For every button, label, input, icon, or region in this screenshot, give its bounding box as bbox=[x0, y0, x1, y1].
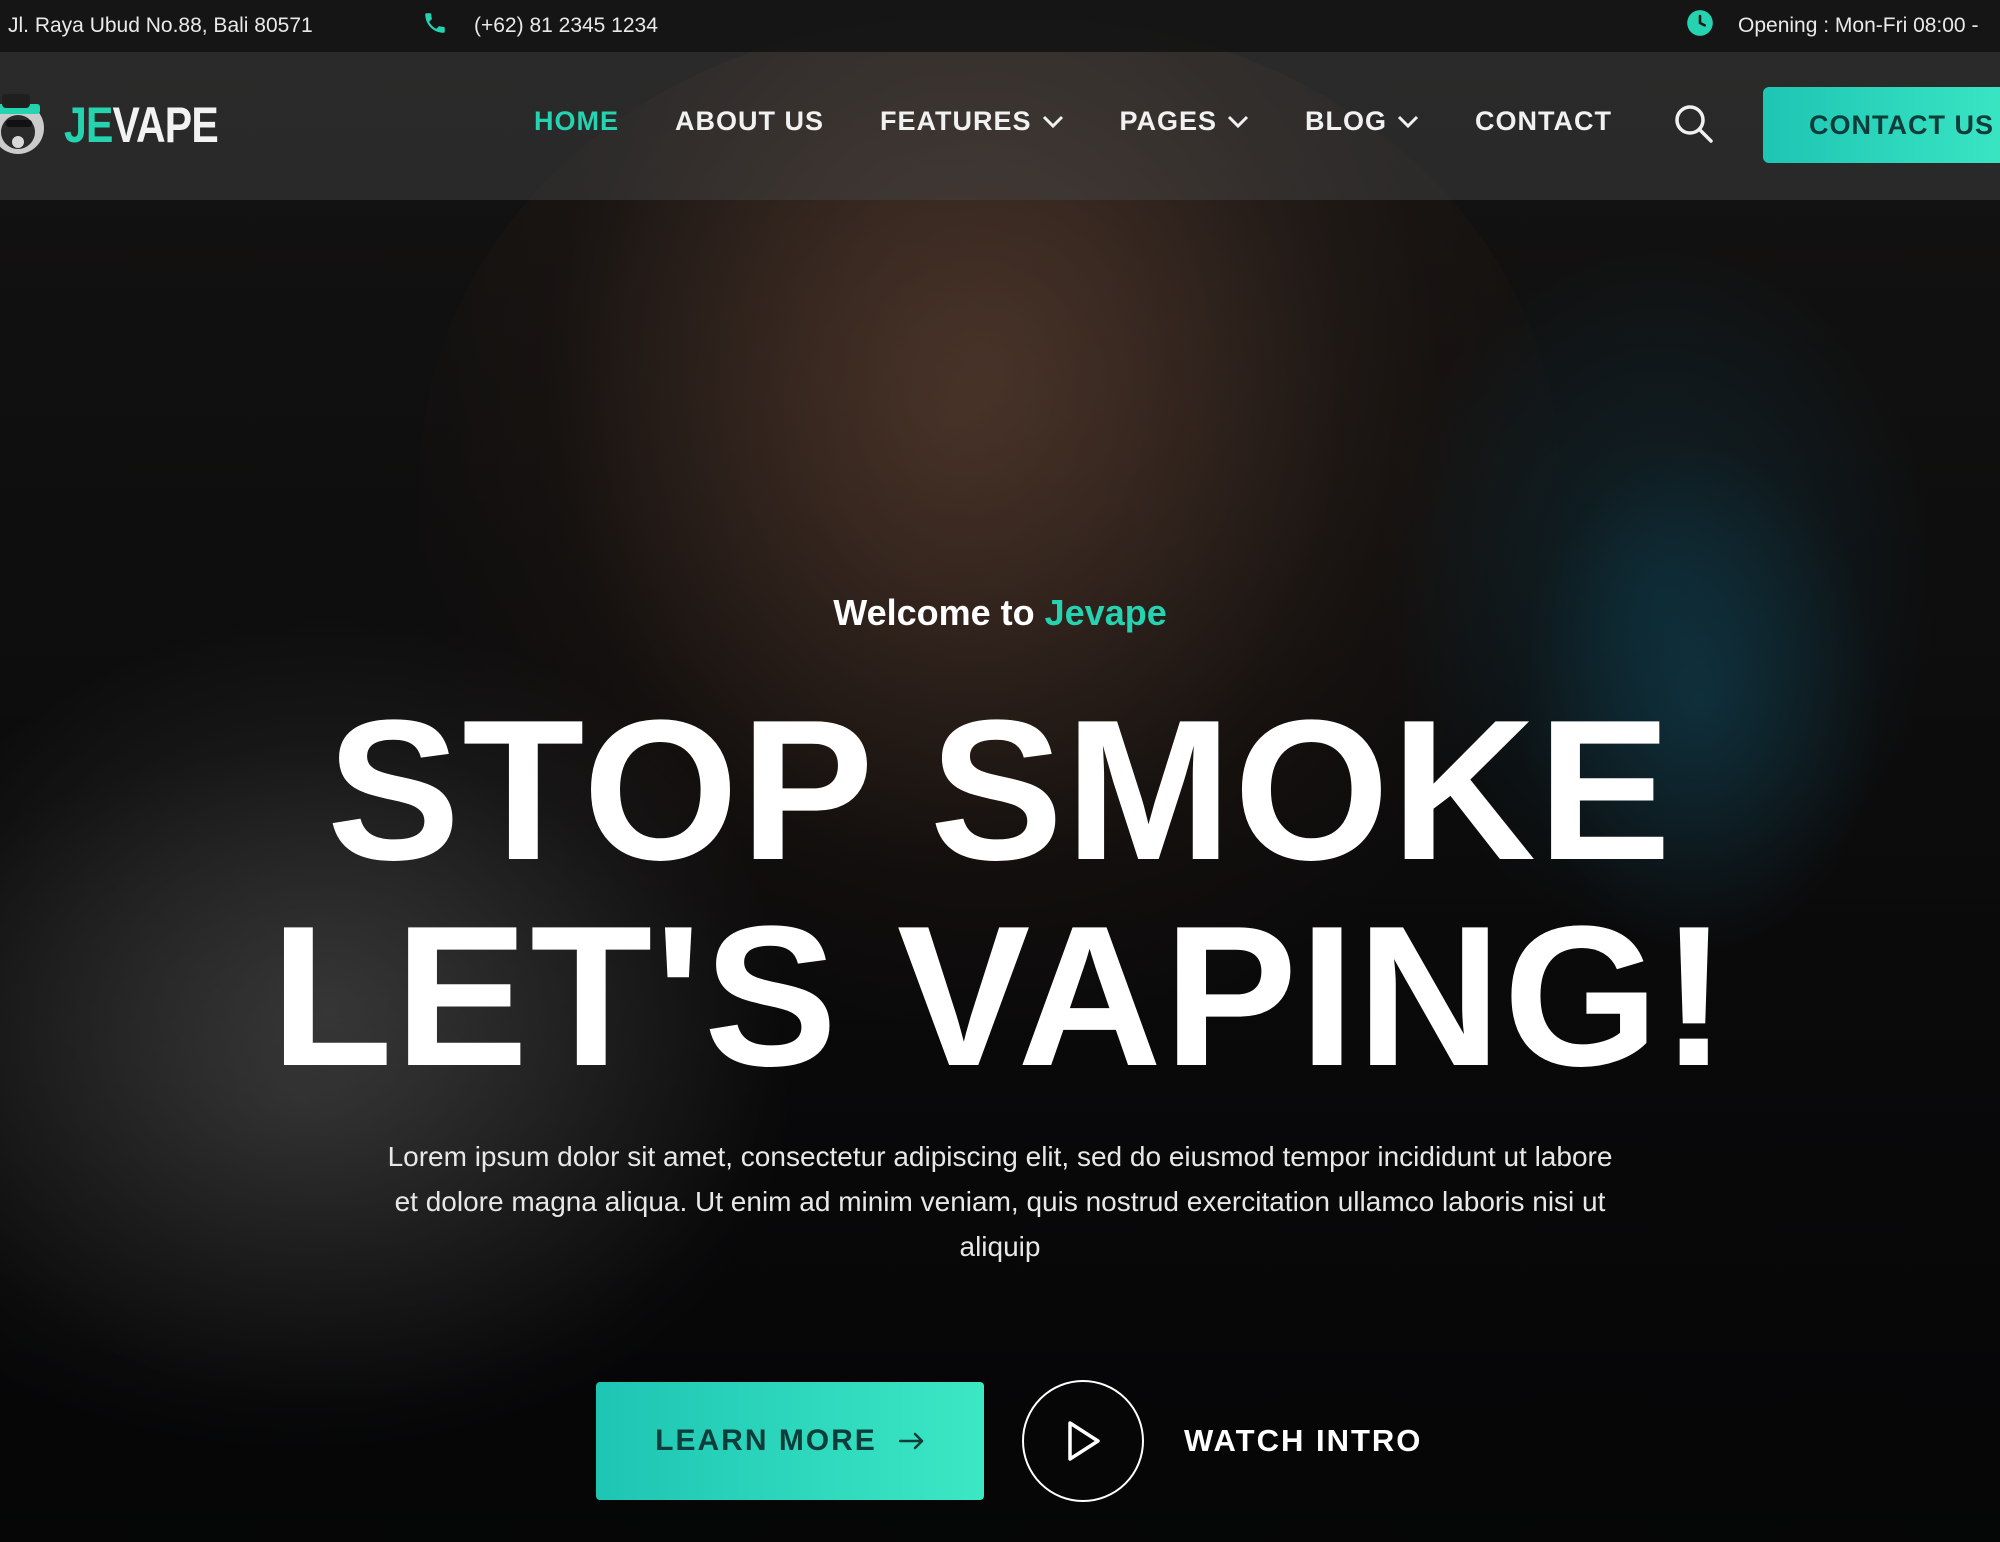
nav-item-label: BLOG bbox=[1305, 106, 1388, 136]
search-icon bbox=[1675, 105, 1713, 143]
nav-item-pages[interactable]: PAGES bbox=[1120, 106, 1250, 137]
chevron-down-icon bbox=[1042, 115, 1063, 128]
contact-us-button[interactable]: CONTACT US bbox=[1763, 87, 2000, 163]
logo-rest: VAPE bbox=[112, 97, 219, 153]
nav-item-contact[interactable]: CONTACT bbox=[1475, 106, 1612, 137]
play-video-button[interactable] bbox=[1022, 1380, 1144, 1502]
nav-item-label: HOME bbox=[534, 106, 619, 136]
hero-cta-row: LEARN MORE WATCH INTRO bbox=[596, 1380, 1422, 1502]
watch-intro-link[interactable]: WATCH INTRO bbox=[1184, 1423, 1422, 1459]
play-icon bbox=[1068, 1421, 1100, 1461]
site-logo[interactable]: JEVAPE bbox=[0, 90, 252, 160]
top-bar: Jl. Raya Ubud No.88, Bali 80571 (+62) 81… bbox=[0, 0, 2000, 52]
nav-item-blog[interactable]: BLOG bbox=[1305, 106, 1419, 137]
hero-description: Lorem ipsum dolor sit amet, consectetur … bbox=[387, 1141, 1613, 1262]
arrow-right-icon bbox=[898, 1432, 924, 1450]
nav-item-label: FEATURES bbox=[880, 106, 1032, 136]
welcome-prefix: Welcome to bbox=[833, 592, 1035, 633]
headline-line-1: STOP SMOKE bbox=[326, 679, 1674, 902]
hero-headline: STOP SMOKE LET'S VAPING! bbox=[0, 688, 2000, 1100]
logo-wordmark: JEVAPE bbox=[64, 96, 219, 154]
learn-more-button[interactable]: LEARN MORE bbox=[596, 1382, 984, 1500]
nav-menu: HOME ABOUT US FEATURES PAGES BLOG CONTAC… bbox=[534, 106, 1668, 137]
chevron-down-icon bbox=[1227, 115, 1249, 128]
clock-icon bbox=[1686, 9, 1714, 43]
logo-accent: JE bbox=[64, 97, 113, 153]
main-navigation: JEVAPE HOME ABOUT US FEATURES PAGES BLOG… bbox=[0, 52, 2000, 200]
nav-item-home[interactable]: HOME bbox=[534, 106, 619, 137]
opening-hours: Opening : Mon-Fri 08:00 - bbox=[1686, 9, 1978, 43]
nav-item-label: CONTACT bbox=[1475, 106, 1613, 136]
phone-text: (+62) 81 2345 1234 bbox=[474, 14, 658, 37]
chevron-down-icon bbox=[1397, 115, 1419, 128]
vape-mascot-logo-icon bbox=[0, 90, 56, 160]
search-button[interactable] bbox=[1672, 102, 1716, 146]
welcome-brand: Jevape bbox=[1044, 592, 1167, 633]
address-text: Jl. Raya Ubud No.88, Bali 80571 bbox=[8, 14, 313, 37]
phone-info[interactable]: (+62) 81 2345 1234 bbox=[422, 10, 658, 42]
nav-item-about-us[interactable]: ABOUT US bbox=[675, 106, 824, 137]
headline-line-2: LET'S VAPING! bbox=[270, 885, 1730, 1108]
nav-item-label: PAGES bbox=[1119, 106, 1218, 136]
hero-welcome: Welcome to Jevape bbox=[0, 592, 2000, 634]
nav-item-features[interactable]: FEATURES bbox=[880, 106, 1064, 137]
phone-icon bbox=[422, 10, 448, 42]
opening-hours-text: Opening : Mon-Fri 08:00 - bbox=[1738, 14, 1979, 37]
nav-item-label: ABOUT US bbox=[675, 106, 824, 136]
learn-more-label: LEARN MORE bbox=[655, 1424, 877, 1457]
